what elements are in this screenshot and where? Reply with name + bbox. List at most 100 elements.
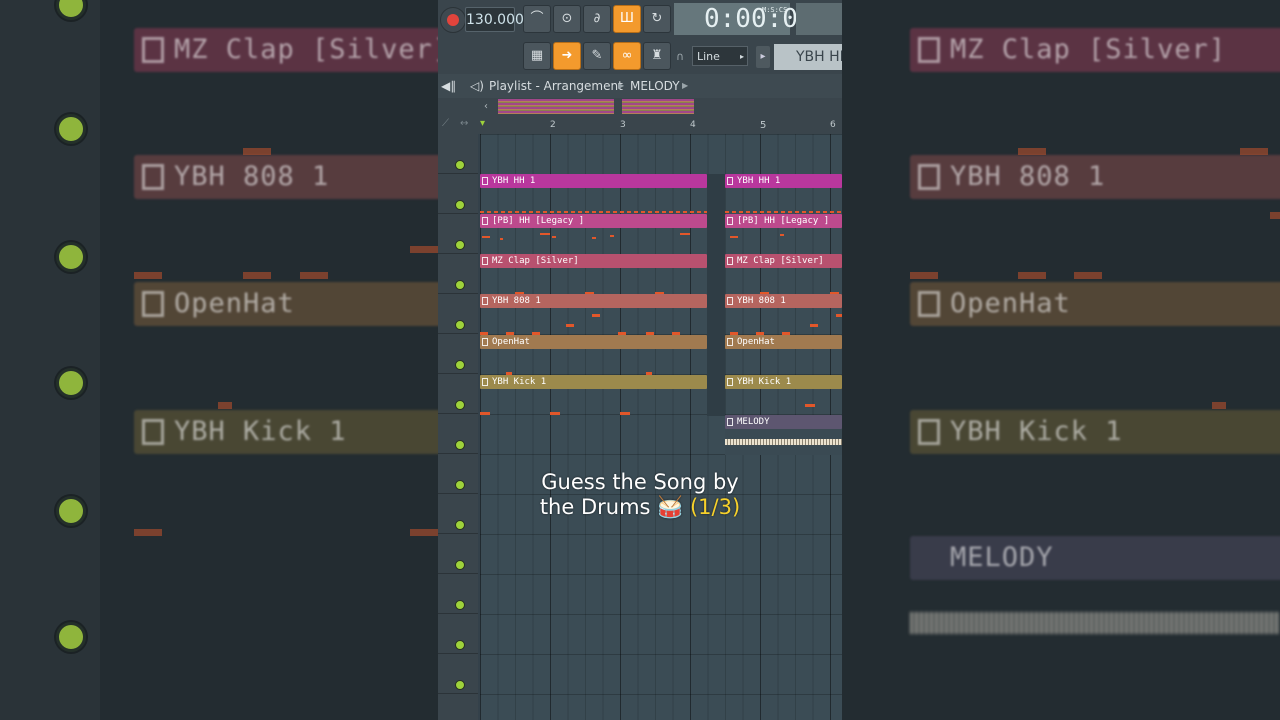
track-header[interactable] xyxy=(438,574,478,614)
record-button[interactable] xyxy=(440,7,466,33)
piano-roll-button[interactable]: ▦ xyxy=(523,42,551,70)
track-active-led[interactable] xyxy=(455,680,465,690)
track-header[interactable] xyxy=(438,694,478,720)
pattern-clip[interactable]: [PB] HH [Legacy ] xyxy=(480,214,707,228)
zoom-icon[interactable]: ↔ xyxy=(460,118,468,129)
bar-number: 5 xyxy=(760,120,767,131)
note xyxy=(552,236,556,238)
countdown-button[interactable]: ∂ xyxy=(583,5,611,33)
loop-record-button[interactable]: ↻ xyxy=(643,5,671,33)
track-active-led[interactable] xyxy=(455,200,465,210)
breadcrumb-playlist[interactable]: Playlist - Arrangement xyxy=(489,74,623,98)
track-active-led[interactable] xyxy=(455,440,465,450)
caption-line-1: Guess the Song by xyxy=(541,470,739,494)
bg-clip-label: YBH 808 1 xyxy=(174,161,330,192)
note xyxy=(730,236,738,238)
note-strip xyxy=(725,211,842,213)
track-header[interactable] xyxy=(438,294,478,334)
pattern-clip[interactable]: YBH 808 1 xyxy=(480,294,707,308)
snap-label: Line xyxy=(697,50,720,63)
cpu-monitor xyxy=(796,3,842,35)
tempo-display[interactable]: 130.000 xyxy=(465,7,524,32)
track-active-led[interactable] xyxy=(455,520,465,530)
track-active-led[interactable] xyxy=(455,240,465,250)
track-header[interactable] xyxy=(438,654,478,694)
dropdown-arrow-icon: ▸ xyxy=(739,52,744,61)
track-led xyxy=(56,114,86,144)
caption-line-2: the Drums 🥁 xyxy=(539,495,684,519)
audio-clip[interactable]: MELODY xyxy=(725,415,842,429)
track-active-led[interactable] xyxy=(455,560,465,570)
arrow-tool-button[interactable]: ➜ xyxy=(553,42,581,70)
pattern-clip[interactable]: MZ Clap [Silver] xyxy=(725,254,842,268)
note xyxy=(550,412,560,415)
metronome-button[interactable]: ⌒ xyxy=(523,5,551,33)
brush-tool-button[interactable]: ✎ xyxy=(583,42,611,70)
track-header[interactable] xyxy=(438,534,478,574)
speaker-icon[interactable]: ◀∥ xyxy=(441,74,456,98)
pattern-clip[interactable]: MZ Clap [Silver] xyxy=(480,254,707,268)
time-unit-label: M:S:CS xyxy=(762,6,788,14)
track-led xyxy=(56,622,86,652)
track-active-led[interactable] xyxy=(455,160,465,170)
track-active-led[interactable] xyxy=(455,600,465,610)
note xyxy=(500,238,503,240)
link-tool-button[interactable]: ∞ xyxy=(613,42,641,70)
note xyxy=(566,324,574,327)
bg-clip: YBH 808 1 xyxy=(134,155,438,199)
track-led xyxy=(56,242,86,272)
pattern-clip[interactable]: [PB] HH [Legacy ] xyxy=(725,214,842,228)
track-header[interactable] xyxy=(438,334,478,374)
pattern-clip[interactable]: YBH Kick 1 xyxy=(725,375,842,389)
step-edit-button[interactable]: Ш xyxy=(613,5,641,33)
track-header[interactable] xyxy=(438,214,478,254)
pattern-clip[interactable]: YBH HH 1 xyxy=(725,174,842,188)
stamp-tool-button[interactable]: ♜ xyxy=(643,42,671,70)
pencil-icon[interactable]: ⟋ xyxy=(442,118,449,129)
pattern-clip[interactable]: YBH HH 1 xyxy=(480,174,707,188)
channel-name-field[interactable]: YBH HH xyxy=(774,44,842,70)
bg-clip: YBH Kick 1 xyxy=(134,410,438,454)
wait-input-button[interactable]: ⊙ xyxy=(553,5,581,33)
track-active-led[interactable] xyxy=(455,360,465,370)
next-channel-button[interactable]: ▸ xyxy=(756,46,770,68)
bg-note xyxy=(410,529,438,536)
pattern-clip[interactable]: YBH Kick 1 xyxy=(480,375,707,389)
playhead-marker-icon[interactable]: ▾ xyxy=(480,118,485,129)
bg-clip: YBH 808 1 xyxy=(910,155,1280,199)
track-active-led[interactable] xyxy=(455,400,465,410)
overview-block xyxy=(498,99,614,114)
note-strip xyxy=(480,211,707,213)
bg-clip: YBH Kick 1 xyxy=(910,410,1280,454)
bg-note xyxy=(910,272,938,279)
pattern-clip[interactable]: OpenHat xyxy=(725,335,842,349)
track-header[interactable] xyxy=(438,254,478,294)
arrangement-gap xyxy=(707,174,725,416)
track-active-led[interactable] xyxy=(455,280,465,290)
bg-note xyxy=(134,529,162,536)
track-active-led[interactable] xyxy=(455,320,465,330)
track-header[interactable] xyxy=(438,134,478,174)
pattern-clip[interactable]: YBH 808 1 xyxy=(725,294,842,308)
bar-number: 2 xyxy=(550,120,556,130)
track-header[interactable] xyxy=(438,614,478,654)
toolbar: 130.000 ⌒ ⊙ ∂ Ш ↻ 0:00:00 M:S:CS ▦ ➜ ✎ ∞… xyxy=(438,0,842,74)
bg-note xyxy=(243,148,271,155)
chevron-right-icon: ▶ xyxy=(682,81,689,90)
overview-scroll-left-icon[interactable]: ‹ xyxy=(484,101,488,112)
chevron-right-icon: ▶ xyxy=(618,81,625,90)
bg-clip-label: OpenHat xyxy=(950,288,1071,319)
pattern-clip[interactable]: OpenHat xyxy=(480,335,707,349)
note xyxy=(810,324,818,327)
track-header[interactable] xyxy=(438,174,478,214)
arrangement-overview[interactable]: ‹ xyxy=(438,98,842,118)
bg-note xyxy=(410,246,438,253)
breadcrumb-pattern[interactable]: MELODY xyxy=(630,74,680,98)
snap-selector[interactable]: Line ▸ xyxy=(692,46,748,66)
track-active-led[interactable] xyxy=(455,640,465,650)
timeline-ruler[interactable]: ▾ 2 3 4 5 6 xyxy=(480,118,842,134)
playlist-grid[interactable]: YBH HH 1 YBH HH 1 [PB] HH [Legacy ] [PB]… xyxy=(480,134,842,720)
track-header[interactable] xyxy=(438,374,478,414)
time-display: 0:00:00 M:S:CS xyxy=(674,3,814,35)
track-header[interactable] xyxy=(438,414,478,454)
